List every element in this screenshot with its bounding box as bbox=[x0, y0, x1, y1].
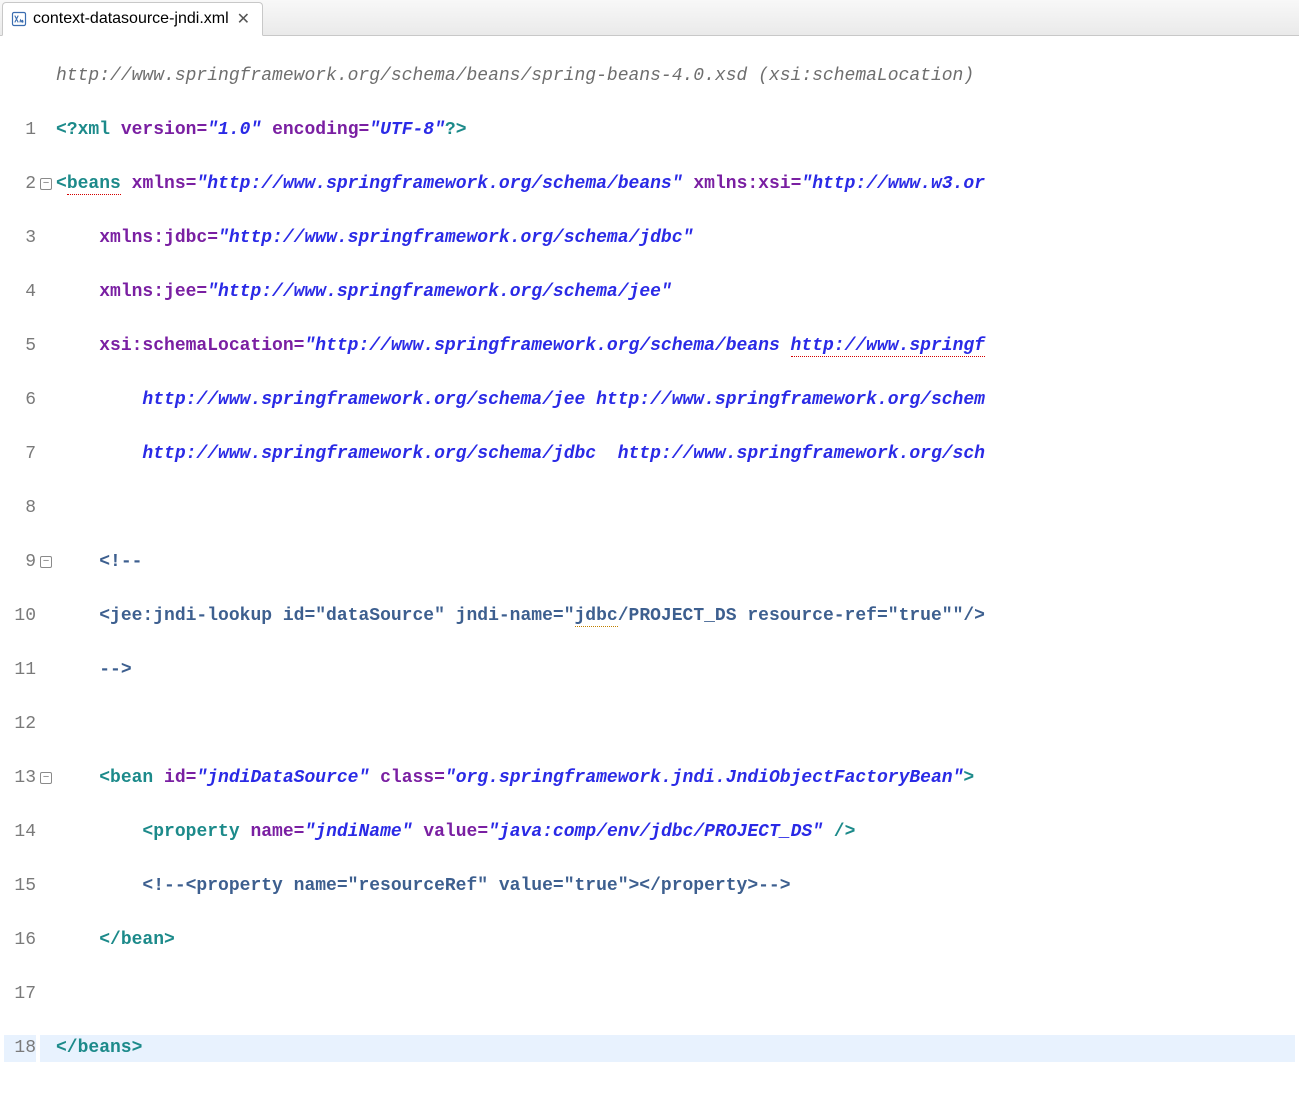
xml-file-icon bbox=[11, 11, 27, 27]
close-icon[interactable]: ✕ bbox=[235, 9, 252, 29]
code-line bbox=[56, 495, 1295, 522]
code-line: </beans> bbox=[56, 1035, 1295, 1062]
editor-tab[interactable]: context-datasource-jndi.xml ✕ bbox=[2, 2, 263, 36]
line-number-gutter: 1 2 3 4 5 6 7 8 9 10 11 12 13 14 15 16 1… bbox=[0, 36, 40, 1116]
code-line bbox=[56, 711, 1295, 738]
code-line: <bean id="jndiDataSource" class="org.spr… bbox=[56, 765, 1295, 792]
tab-bar: context-datasource-jndi.xml ✕ bbox=[0, 0, 1299, 36]
code-area[interactable]: http://www.springframework.org/schema/be… bbox=[56, 36, 1299, 1116]
code-line: <!--<property name="resourceRef" value="… bbox=[56, 873, 1295, 900]
code-line: http://www.springframework.org/schema/je… bbox=[56, 387, 1295, 414]
code-line: <beans xmlns="http://www.springframework… bbox=[56, 171, 1295, 198]
code-line: --> bbox=[56, 657, 1295, 684]
code-line bbox=[56, 981, 1295, 1008]
fold-toggle-icon[interactable]: − bbox=[40, 772, 52, 784]
code-line: <jee:jndi-lookup id="dataSource" jndi-na… bbox=[56, 603, 1295, 630]
tab-filename: context-datasource-jndi.xml bbox=[33, 10, 229, 28]
code-line: xmlns:jee="http://www.springframework.or… bbox=[56, 279, 1295, 306]
code-line: <!-- bbox=[56, 549, 1295, 576]
code-line: xsi:schemaLocation="http://www.springfra… bbox=[56, 333, 1295, 360]
code-editor[interactable]: 1 2 3 4 5 6 7 8 9 10 11 12 13 14 15 16 1… bbox=[0, 36, 1299, 1116]
code-line: <property name="jndiName" value="java:co… bbox=[56, 819, 1295, 846]
code-line: </bean> bbox=[56, 927, 1295, 954]
code-line: xmlns:jdbc="http://www.springframework.o… bbox=[56, 225, 1295, 252]
fold-column: − − − bbox=[40, 36, 56, 1116]
fold-toggle-icon[interactable]: − bbox=[40, 556, 52, 568]
code-line: <?xml version="1.0" encoding="UTF-8"?> bbox=[56, 117, 1295, 144]
breadcrumb[interactable]: http://www.springframework.org/schema/be… bbox=[56, 66, 974, 86]
fold-toggle-icon[interactable]: − bbox=[40, 178, 52, 190]
code-line: http://www.springframework.org/schema/jd… bbox=[56, 441, 1295, 468]
